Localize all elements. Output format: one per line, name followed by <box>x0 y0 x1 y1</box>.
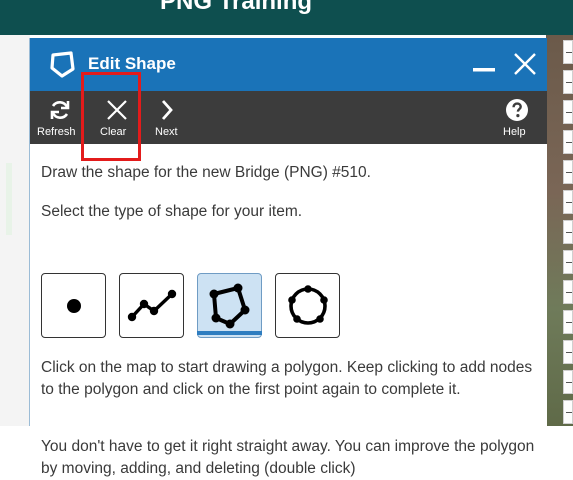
shape-point-button[interactable] <box>41 273 106 338</box>
polygon-help-text: Click on the map to start drawing a poly… <box>41 359 533 398</box>
refresh-icon <box>50 101 70 119</box>
chevron-right-icon <box>161 100 173 120</box>
next-label: Next <box>155 126 178 138</box>
clear-label: Clear <box>100 126 127 138</box>
select-prompt: Select the type of shape for your item. <box>41 203 303 220</box>
refresh-label: Refresh <box>37 126 76 138</box>
point-icon <box>67 299 81 313</box>
app-header: PNG Training <box>0 0 573 35</box>
next-button[interactable]: Next <box>150 91 190 144</box>
side-panel-tab[interactable] <box>563 220 573 244</box>
background-panel-left <box>0 35 30 426</box>
help-button[interactable]: Help <box>500 91 536 144</box>
circle-icon <box>288 285 328 325</box>
instruction-text: Draw the shape for the new Bridge (PNG) … <box>41 164 371 181</box>
dialog-titlebar[interactable]: Edit Shape <box>30 38 547 91</box>
side-panel-tab[interactable] <box>563 370 573 394</box>
side-panel-tab[interactable] <box>563 400 573 424</box>
side-panel-tab[interactable] <box>563 160 573 184</box>
shape-polygon-button[interactable] <box>197 273 262 338</box>
side-panel-tab[interactable] <box>563 250 573 274</box>
side-panel-tab[interactable] <box>563 40 573 64</box>
side-panel-tab[interactable] <box>563 310 573 334</box>
close-icon[interactable] <box>511 50 539 78</box>
side-panel-tab[interactable] <box>563 100 573 124</box>
app-title: PNG Training <box>160 0 313 15</box>
minimize-icon[interactable] <box>471 52 497 78</box>
side-panel-tab[interactable] <box>563 130 573 154</box>
side-panel-tab[interactable] <box>563 190 573 214</box>
edit-shape-dialog: Edit Shape Refresh Clear Next Help Draw … <box>29 38 547 477</box>
clear-button[interactable]: Clear <box>96 91 140 144</box>
side-panel-tab[interactable] <box>563 340 573 364</box>
help-label: Help <box>503 126 526 138</box>
help-icon <box>506 99 528 121</box>
polyline-icon <box>127 289 177 322</box>
side-panel-tab[interactable] <box>563 70 573 94</box>
refresh-button[interactable]: Refresh <box>34 91 82 144</box>
dialog-content: Draw the shape for the new Bridge (PNG) … <box>30 144 547 477</box>
selected-shape-indicator <box>197 331 262 335</box>
improve-help-text: You don't have to get it right straight … <box>41 438 535 477</box>
shape-line-button[interactable] <box>119 273 184 338</box>
dialog-title: Edit Shape <box>88 54 176 73</box>
side-panel-tab[interactable] <box>563 280 573 304</box>
polygon-icon <box>209 283 250 329</box>
clear-icon <box>107 100 127 120</box>
dialog-toolbar: Refresh Clear Next Help <box>30 91 547 144</box>
background-accent <box>6 163 12 235</box>
shape-circle-button[interactable] <box>275 273 340 338</box>
polygon-icon <box>46 48 78 80</box>
